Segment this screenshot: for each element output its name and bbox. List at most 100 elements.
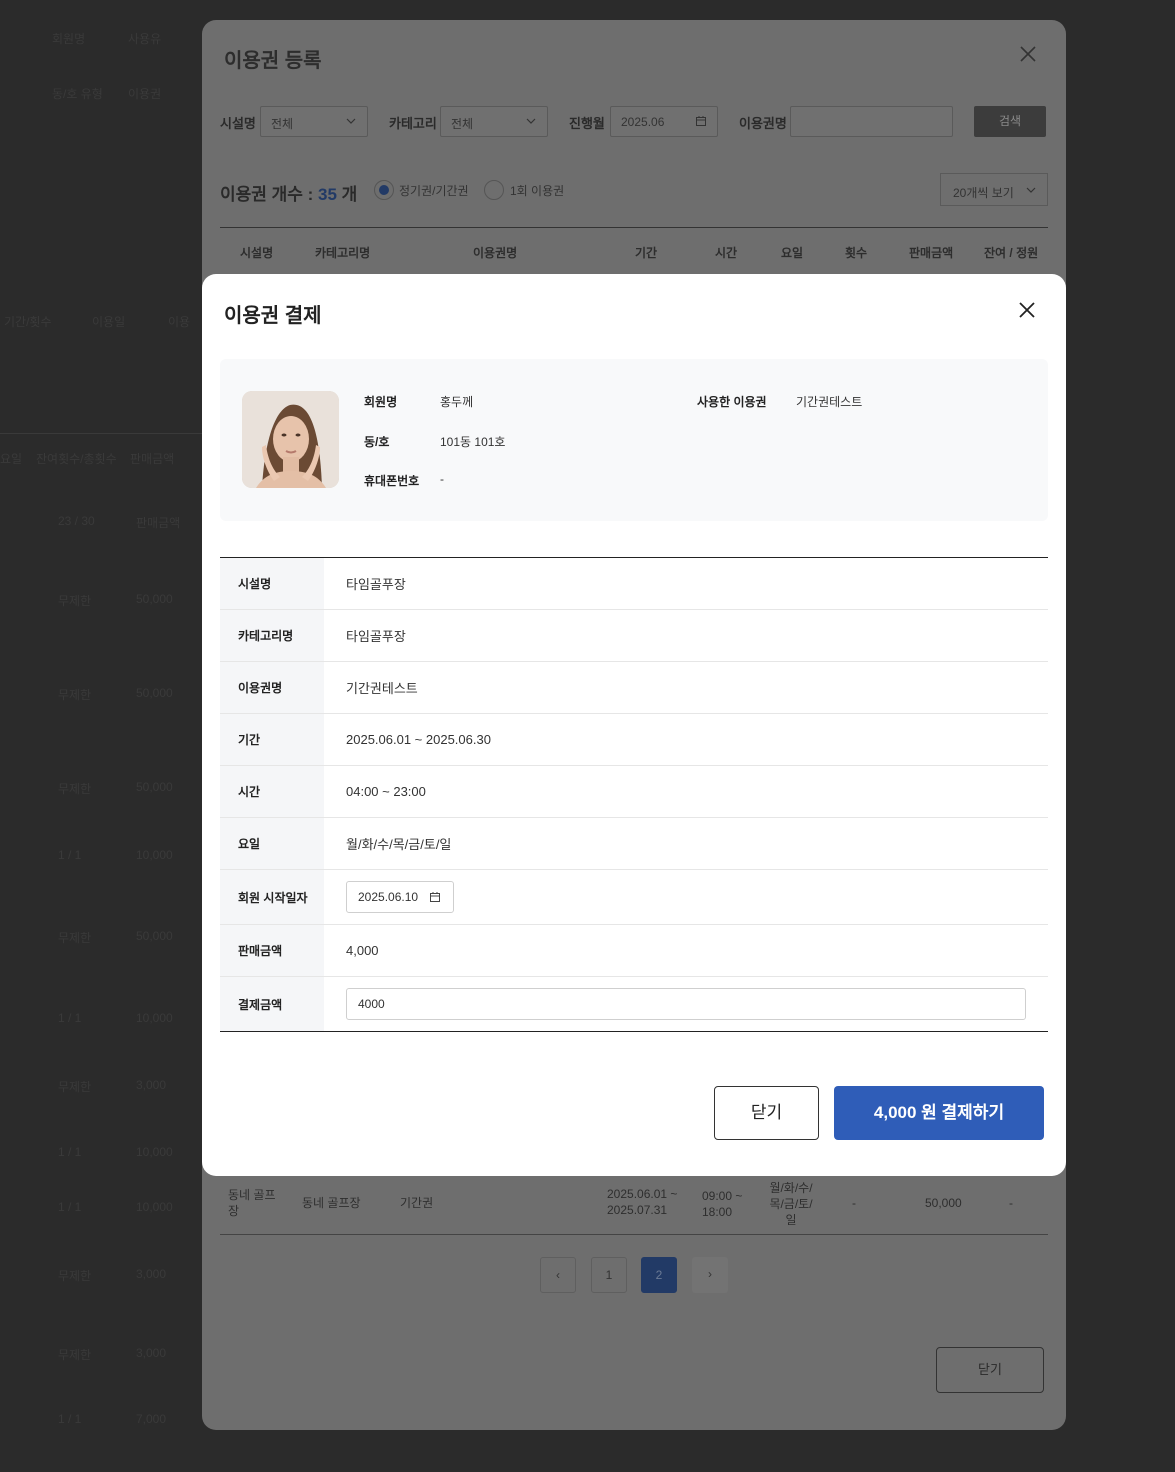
- ticket-filter-input[interactable]: [790, 106, 953, 137]
- calendar-icon: [430, 892, 440, 902]
- detail-row-pay-amount: 결제금액: [220, 977, 1048, 1031]
- detail-value: 타임골푸장: [346, 577, 406, 592]
- row-period: 2025.06.01 ~ 2025.07.31: [607, 1187, 678, 1217]
- facility-filter-label: 시설명: [220, 116, 256, 131]
- detail-label: 기간: [220, 714, 324, 765]
- bg-row-count: 무제한: [58, 1269, 92, 1283]
- row-facility: 동네 골프장: [228, 1188, 276, 1218]
- bg-row-amount: 10,000: [136, 848, 173, 862]
- bg-row-count: 1 / 1: [58, 1011, 82, 1025]
- radio-once-label: 1회 이용권: [510, 184, 565, 198]
- detail-label: 회원 시작일자: [220, 870, 324, 924]
- member-photo: [242, 391, 339, 488]
- pay-button[interactable]: 4,000 원 결제하기: [834, 1086, 1044, 1140]
- category-filter-select[interactable]: 전체: [440, 106, 548, 137]
- radio-periodic-label: 정기권/기간권: [399, 184, 469, 198]
- bg-row-amount: 3,000: [136, 1267, 167, 1281]
- member-unit-label: 동/호: [364, 435, 390, 449]
- start-date-input[interactable]: 2025.06.10: [346, 881, 454, 913]
- bg-row-count: 1 / 1: [58, 1412, 82, 1426]
- table-top-line: [220, 227, 1048, 228]
- search-button[interactable]: 검색: [974, 106, 1046, 137]
- used-ticket-label: 사용한 이용권: [697, 395, 767, 409]
- detail-label: 판매금액: [220, 925, 324, 976]
- pay-amount-input[interactable]: [346, 988, 1026, 1020]
- bg-row-amount: 10,000: [136, 1200, 173, 1214]
- ticket-filter-label: 이용권명: [739, 116, 787, 131]
- bg-label: 회원명: [52, 32, 86, 46]
- member-name-value: 홍두께: [440, 395, 474, 409]
- member-info-card: 회원명 홍두께 동/호 101동 101호 휴대폰번호 - 사용한 이용권 기간…: [220, 359, 1048, 521]
- bg-row-count: 1 / 1: [58, 1145, 82, 1159]
- close-button[interactable]: 닫기: [714, 1086, 819, 1140]
- row-ticket: 기간권: [400, 1196, 434, 1210]
- bg-row-count: 무제한: [58, 594, 92, 608]
- bg-row-count: 무제한: [58, 931, 92, 945]
- detail-label: 시설명: [220, 558, 324, 609]
- radio-periodic[interactable]: [374, 180, 394, 200]
- outer-modal-title: 이용권 등록: [224, 50, 322, 72]
- table-header: 요일: [781, 246, 804, 260]
- close-icon[interactable]: [1017, 300, 1037, 320]
- pager-prev[interactable]: ‹: [540, 1257, 576, 1293]
- member-phone-label: 휴대폰번호: [364, 474, 420, 488]
- table-header: 카테고리명: [315, 246, 371, 260]
- bg-row-count: 무제한: [58, 1348, 92, 1362]
- table-header: 시설명: [240, 246, 274, 260]
- bg-col-header: 요일: [0, 452, 23, 466]
- detail-value: 타임골푸장: [346, 629, 406, 644]
- avatar: [242, 391, 339, 488]
- chevron-down-icon: [526, 118, 536, 124]
- detail-row-start-date: 회원 시작일자 2025.06.10: [220, 870, 1048, 925]
- bg-col-header: 판매금액: [130, 452, 175, 466]
- category-filter-value: 전체: [451, 117, 474, 131]
- bg-row-amount: 3,000: [136, 1078, 167, 1092]
- bg-row-amount: 7,000: [136, 1412, 167, 1426]
- pager-next[interactable]: ›: [692, 1257, 728, 1293]
- detail-row-time: 시간 04:00 ~ 23:00: [220, 766, 1048, 818]
- bg-row-count: 무제한: [58, 688, 92, 702]
- member-phone-value: -: [440, 472, 444, 486]
- row-price: 50,000: [925, 1196, 962, 1210]
- bg-row-count: 1 / 1: [58, 848, 82, 862]
- bg-row-amount: 50,000: [136, 780, 173, 794]
- detail-label: 카테고리명: [220, 610, 324, 661]
- pager-page-1[interactable]: 1: [591, 1257, 627, 1293]
- facility-filter-value: 전체: [271, 117, 294, 131]
- outer-close-button[interactable]: 닫기: [936, 1347, 1044, 1393]
- bg-row-count: 무제한: [58, 782, 92, 796]
- detail-label: 시간: [220, 766, 324, 817]
- detail-row-facility: 시설명 타임골푸장: [220, 558, 1048, 610]
- row-days: 월/화/수/목/금/토/일: [769, 1181, 813, 1227]
- bg-row-amount: 50,000: [136, 592, 173, 606]
- table-header: 횟수: [845, 246, 868, 260]
- bg-row-amount: 3,000: [136, 1346, 167, 1360]
- chevron-down-icon: [346, 118, 356, 124]
- ticket-count-suffix: 개: [336, 185, 358, 204]
- facility-filter-select[interactable]: 전체: [260, 106, 368, 137]
- detail-row-ticket: 이용권명 기간권테스트: [220, 662, 1048, 714]
- detail-label: 이용권명: [220, 662, 324, 713]
- bg-label: 동/호 유형: [52, 87, 103, 101]
- detail-label: 요일: [220, 818, 324, 869]
- detail-row-days: 요일 월/화/수/목/금/토/일: [220, 818, 1048, 870]
- bg-row-amount: 50,000: [136, 686, 173, 700]
- detail-value-cell: 2025.06.10: [324, 870, 1048, 924]
- bg-label: 이용: [168, 315, 191, 329]
- modal-title: 이용권 결제: [224, 305, 322, 327]
- pager-page-2[interactable]: 2: [641, 1257, 677, 1293]
- month-filter-input[interactable]: 2025.06: [610, 106, 718, 137]
- row-times: -: [852, 1196, 856, 1210]
- outer-close-icon[interactable]: [1018, 44, 1038, 64]
- bg-row-amount: 10,000: [136, 1145, 173, 1159]
- used-ticket-value: 기간권테스트: [796, 395, 863, 409]
- detail-label: 결제금액: [220, 977, 324, 1031]
- bg-divider: [0, 433, 202, 434]
- detail-value: 2025.06.01 ~ 2025.06.30: [346, 732, 491, 747]
- per-page-select[interactable]: 20개씩 보기: [940, 173, 1048, 206]
- month-filter-value: 2025.06: [621, 115, 665, 129]
- row-time: 09:00 ~ 18:00: [702, 1189, 743, 1219]
- category-filter-label: 카테고리: [389, 116, 437, 131]
- radio-once[interactable]: [484, 180, 504, 200]
- ticket-payment-modal: 이용권 결제 회원명 홍두께 동/호 101동 101호 휴대폰번호 - 사용한…: [202, 274, 1066, 1176]
